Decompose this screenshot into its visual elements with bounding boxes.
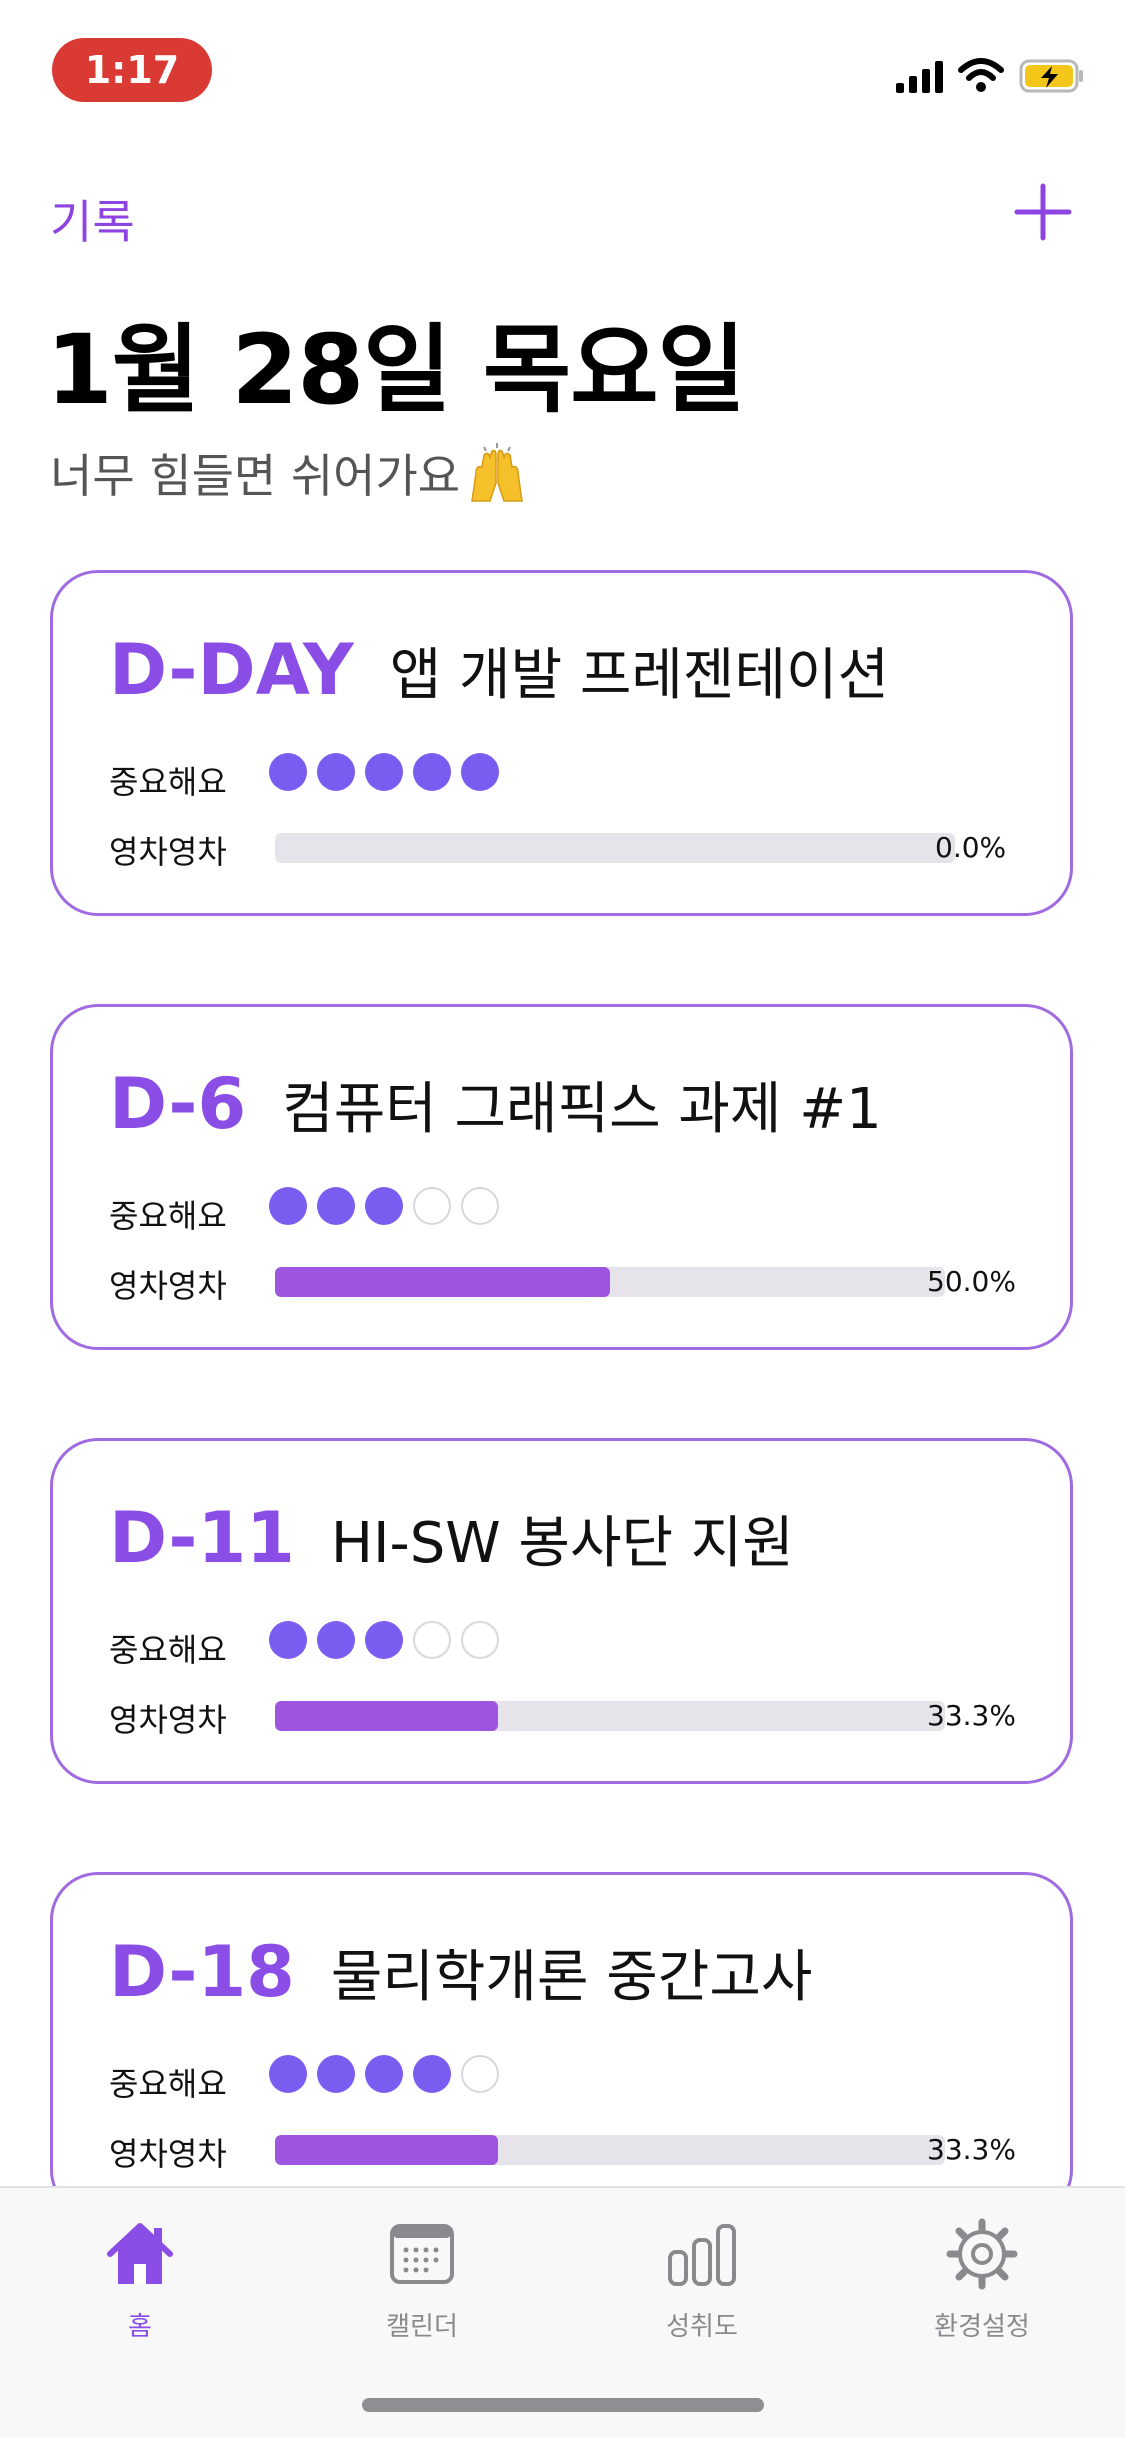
importance-dot bbox=[413, 1621, 451, 1659]
importance-dot bbox=[317, 1621, 355, 1659]
importance-dot bbox=[269, 1621, 307, 1659]
dday-badge: D-11 bbox=[109, 1497, 295, 1579]
importance-dot bbox=[365, 1187, 403, 1225]
gear-icon bbox=[946, 2218, 1018, 2290]
subtitle: 너무 힘들면 쉬어가요 bbox=[50, 440, 530, 506]
importance-label: 중요해요 bbox=[109, 1197, 227, 1235]
status-icons bbox=[896, 58, 1085, 94]
progress-label: 영차영차 bbox=[109, 1267, 227, 1305]
cellular-signal-icon bbox=[896, 59, 943, 93]
task-card[interactable]: D-18 물리학개론 중간고사중요해요영차영차 33.3% bbox=[50, 1872, 1073, 2218]
dday-badge: D-18 bbox=[109, 1931, 295, 2013]
tab-calendar[interactable]: 캘린더 bbox=[342, 2216, 502, 2343]
importance-dot bbox=[461, 2055, 499, 2093]
importance-rating bbox=[269, 1187, 499, 1225]
raising-hands-emoji-icon bbox=[471, 443, 523, 502]
progress-fill bbox=[275, 1267, 610, 1297]
importance-rating bbox=[269, 1621, 499, 1659]
bar-chart-icon bbox=[668, 2224, 736, 2286]
importance-rating bbox=[269, 2055, 499, 2093]
importance-label: 중요해요 bbox=[109, 1631, 227, 1669]
home-indicator[interactable] bbox=[362, 2398, 764, 2412]
tab-home-label: 홈 bbox=[128, 2312, 152, 2342]
task-card[interactable]: D-DAY 앱 개발 프레젠테이션중요해요영차영차 0.0% bbox=[50, 570, 1073, 916]
tab-achievement-label: 성취도 bbox=[666, 2312, 738, 2342]
progress-label: 영차영차 bbox=[109, 833, 227, 871]
importance-dot bbox=[317, 2055, 355, 2093]
task-card[interactable]: D-6 컴퓨터 그래픽스 과제 #1 중요해요영차영차 50.0% bbox=[50, 1004, 1073, 1350]
importance-dot bbox=[317, 753, 355, 791]
add-icon[interactable] bbox=[1011, 180, 1075, 244]
card-header: D-6 컴퓨터 그래픽스 과제 #1 bbox=[109, 1063, 882, 1145]
tab-achievement[interactable]: 성취도 bbox=[622, 2216, 782, 2343]
importance-dot bbox=[269, 1187, 307, 1225]
card-header: D-11 HI-SW 봉사단 지원 bbox=[109, 1497, 794, 1579]
tab-settings[interactable]: 환경설정 bbox=[902, 2216, 1062, 2343]
wifi-icon bbox=[958, 58, 1004, 92]
subtitle-text: 너무 힘들면 쉬어가요 bbox=[50, 449, 461, 503]
dday-badge: D-6 bbox=[109, 1063, 247, 1145]
importance-dot bbox=[413, 753, 451, 791]
progress-percent: 33.3% bbox=[927, 2133, 1016, 2166]
task-card[interactable]: D-11 HI-SW 봉사단 지원중요해요영차영차 33.3% bbox=[50, 1438, 1073, 1784]
importance-dot bbox=[365, 753, 403, 791]
task-title: 앱 개발 프레젠테이션 bbox=[389, 643, 890, 708]
progress-track bbox=[275, 833, 955, 863]
importance-dot bbox=[317, 1187, 355, 1225]
task-title: HI-SW 봉사단 지원 bbox=[330, 1511, 794, 1576]
importance-dot bbox=[461, 1621, 499, 1659]
progress-fill bbox=[275, 2135, 499, 2165]
task-title: 물리학개론 중간고사 bbox=[330, 1945, 813, 2010]
progress-percent: 50.0% bbox=[927, 1265, 1016, 1298]
progress-percent: 33.3% bbox=[927, 1699, 1016, 1732]
tab-home[interactable]: 홈 bbox=[60, 2216, 220, 2343]
importance-dot bbox=[413, 1187, 451, 1225]
page-title: 1월 28일 목요일 bbox=[46, 314, 746, 426]
importance-dot bbox=[365, 2055, 403, 2093]
progress-track bbox=[275, 2135, 945, 2165]
battery-charging-icon bbox=[1019, 59, 1083, 93]
importance-dot bbox=[461, 1187, 499, 1225]
home-icon bbox=[107, 2223, 173, 2284]
importance-rating bbox=[269, 753, 499, 791]
importance-label: 중요해요 bbox=[109, 763, 227, 801]
dday-badge: D-DAY bbox=[109, 629, 354, 711]
importance-dot bbox=[269, 753, 307, 791]
progress-label: 영차영차 bbox=[109, 2135, 227, 2173]
progress-track bbox=[275, 1701, 945, 1731]
progress-label: 영차영차 bbox=[109, 1701, 227, 1739]
tab-settings-label: 환경설정 bbox=[934, 2312, 1030, 2342]
task-title: 컴퓨터 그래픽스 과제 #1 bbox=[282, 1077, 882, 1142]
importance-dot bbox=[413, 2055, 451, 2093]
tab-calendar-label: 캘린더 bbox=[386, 2312, 458, 2342]
importance-dot bbox=[461, 753, 499, 791]
importance-label: 중요해요 bbox=[109, 2065, 227, 2103]
card-header: D-18 물리학개론 중간고사 bbox=[109, 1931, 812, 2013]
status-time: 1:17 bbox=[52, 38, 212, 102]
calendar-icon bbox=[390, 2224, 454, 2284]
card-header: D-DAY 앱 개발 프레젠테이션 bbox=[109, 629, 889, 711]
importance-dot bbox=[365, 1621, 403, 1659]
progress-track bbox=[275, 1267, 945, 1297]
importance-dot bbox=[269, 2055, 307, 2093]
progress-fill bbox=[275, 1701, 499, 1731]
nav-back-link[interactable]: 기록 bbox=[50, 186, 135, 252]
progress-percent: 0.0% bbox=[935, 831, 1007, 864]
